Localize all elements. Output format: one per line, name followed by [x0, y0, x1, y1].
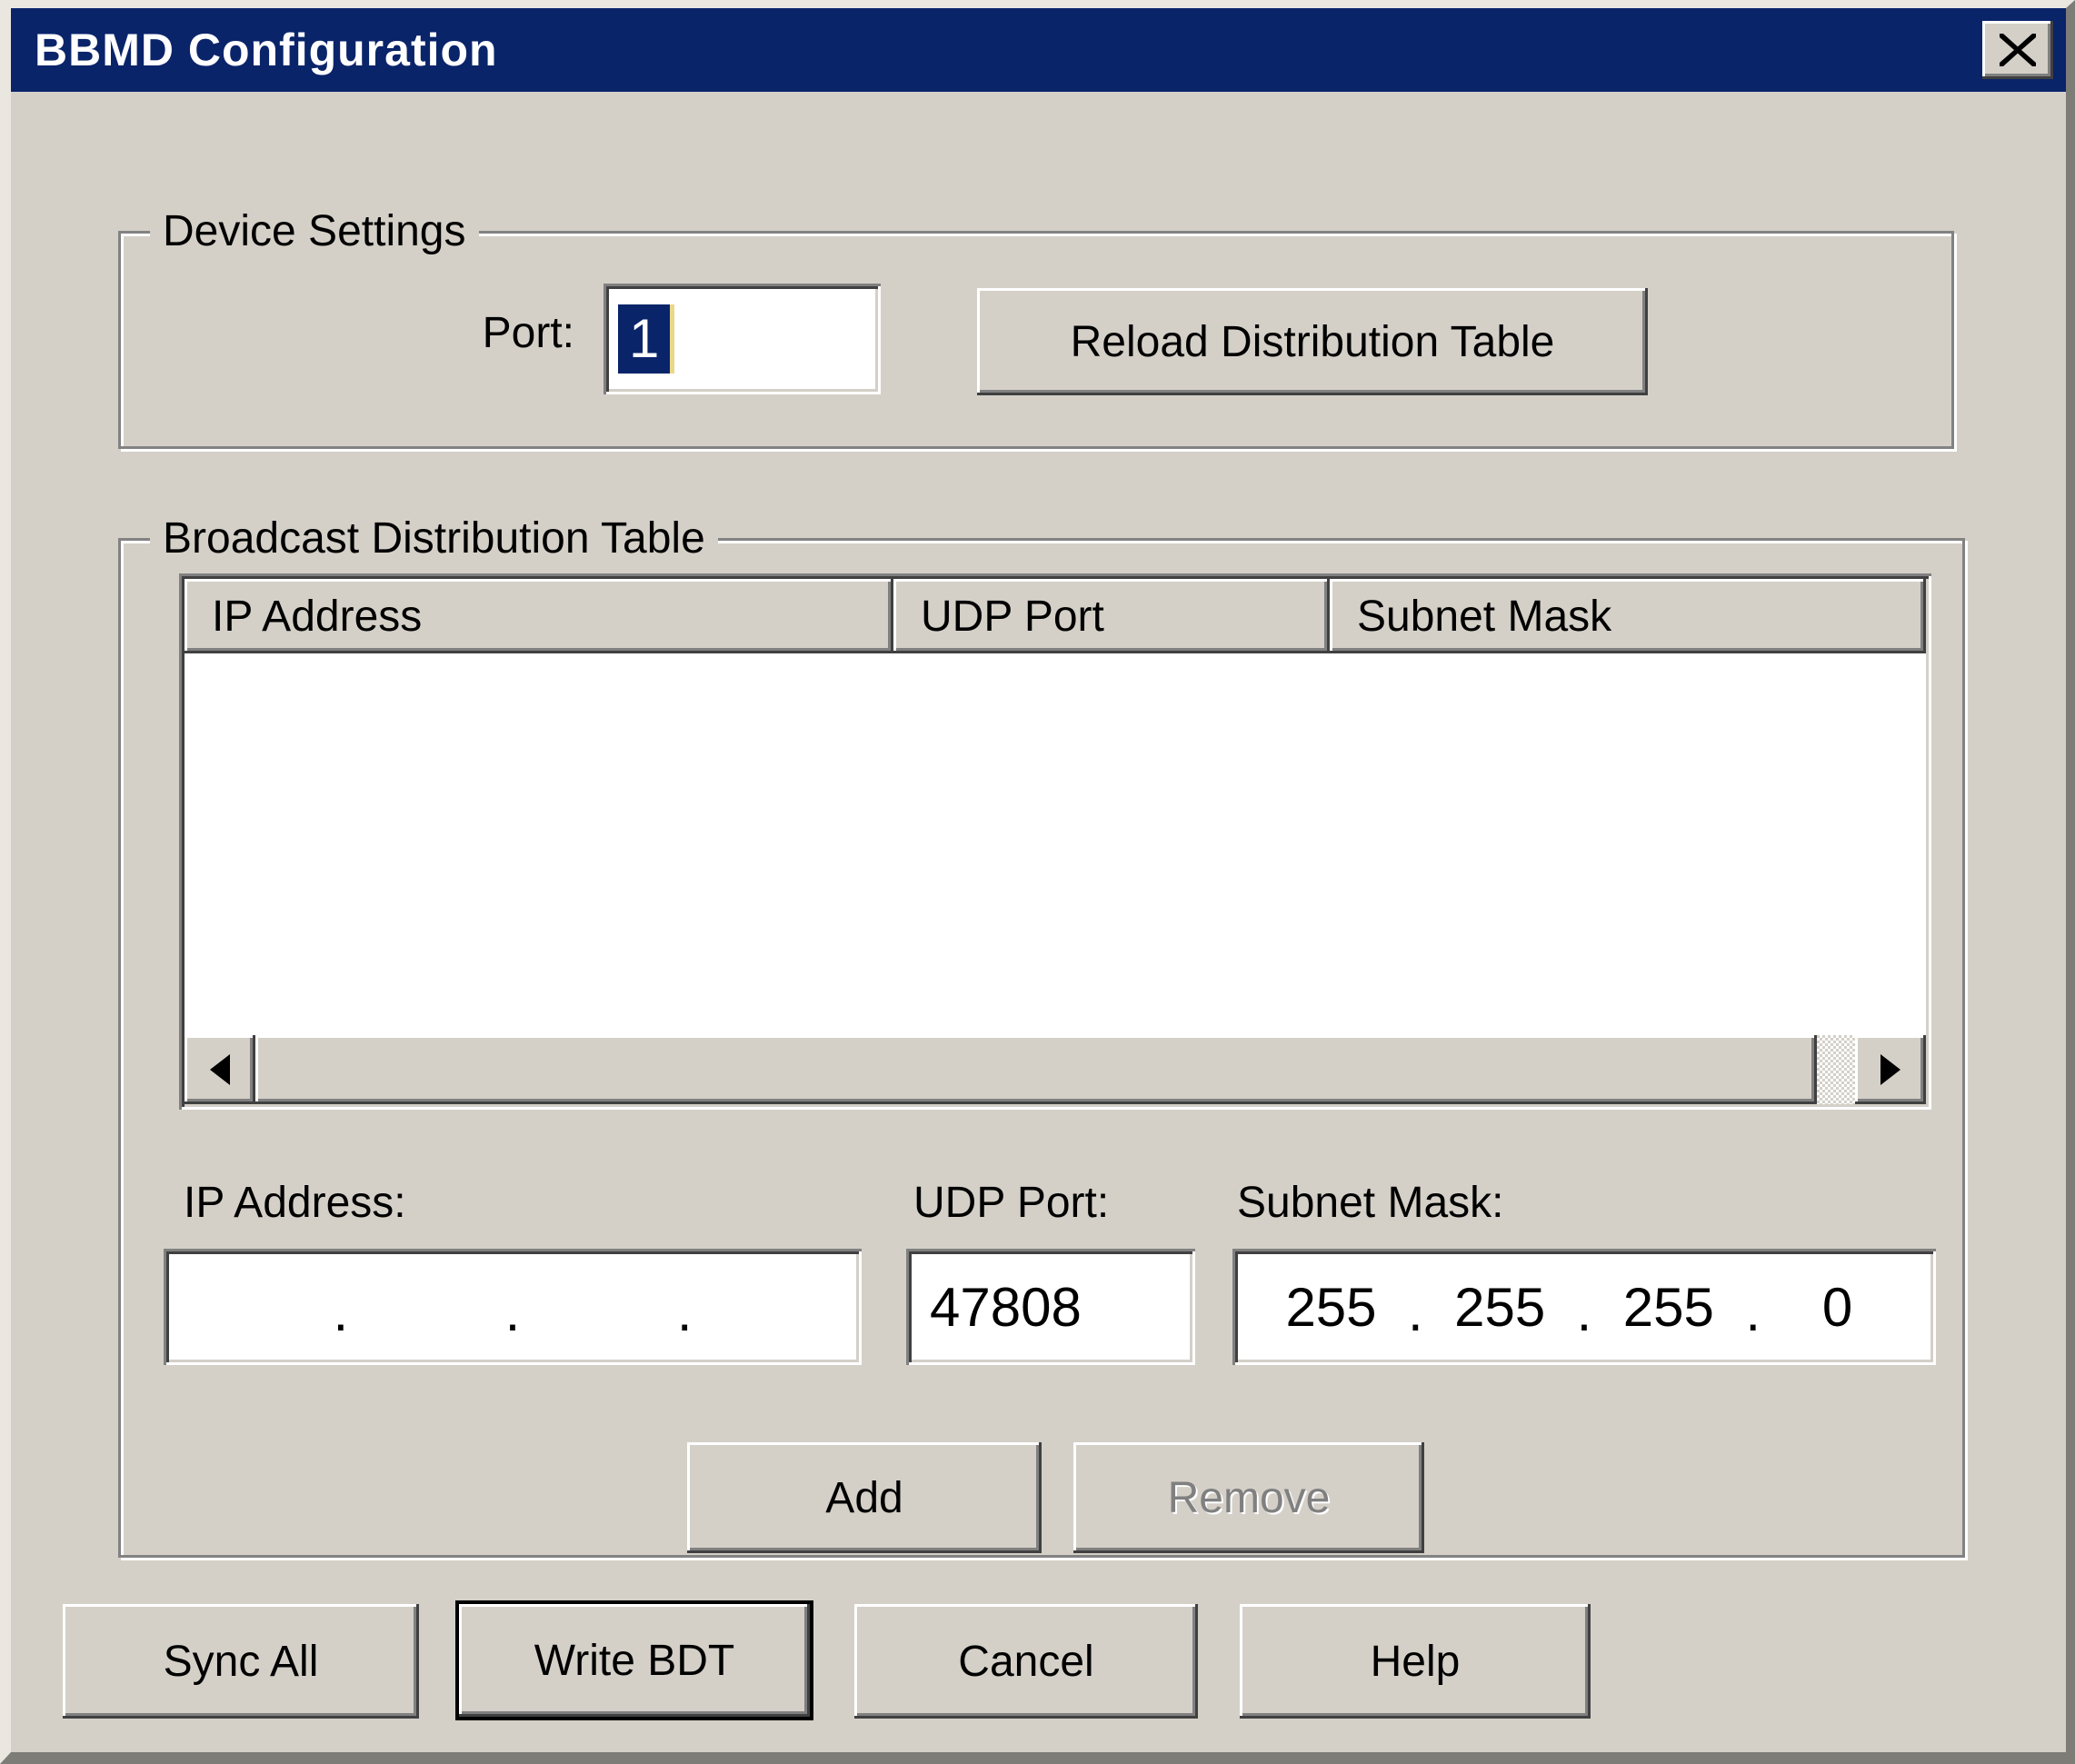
- port-input[interactable]: 1: [604, 284, 881, 394]
- title-bar[interactable]: BBMD Configuration: [11, 8, 2066, 92]
- horizontal-scrollbar: [185, 1035, 1926, 1104]
- port-label: Port:: [411, 308, 574, 358]
- text-caret: [670, 304, 674, 374]
- subnet-octet-1: 255: [1254, 1276, 1408, 1339]
- bdt-table: IP Address UDP Port Subnet Mask: [179, 573, 1931, 1110]
- scroll-right-button[interactable]: [1855, 1035, 1926, 1104]
- write-bdt-button[interactable]: Write BDT: [455, 1600, 813, 1720]
- bbmd-configuration-dialog: BBMD Configuration Device Settings Port:…: [0, 0, 2075, 1764]
- udp-port-value: 47808: [930, 1276, 1082, 1339]
- close-button[interactable]: [1982, 21, 2053, 79]
- port-value-selected: 1: [618, 304, 670, 374]
- ip-address-input[interactable]: . . .: [164, 1249, 862, 1365]
- scroll-left-icon: [210, 1054, 230, 1085]
- subnet-mask-label: Subnet Mask:: [1237, 1178, 1503, 1228]
- ip-address-label: IP Address:: [184, 1178, 406, 1228]
- udp-port-label: UDP Port:: [913, 1178, 1109, 1228]
- broadcast-distribution-table-legend: Broadcast Distribution Table: [150, 510, 718, 568]
- octet-separator: .: [677, 1294, 693, 1330]
- scroll-right-icon: [1880, 1054, 1900, 1085]
- column-header-subnet-mask[interactable]: Subnet Mask: [1330, 579, 1926, 653]
- reload-distribution-table-button[interactable]: Reload Distribution Table: [977, 288, 1648, 395]
- subnet-octet-2: 255: [1423, 1276, 1577, 1339]
- remove-button[interactable]: Remove: [1073, 1442, 1424, 1553]
- device-settings-legend: Device Settings: [150, 203, 479, 261]
- scrollbar-track[interactable]: [1817, 1035, 1855, 1104]
- add-button[interactable]: Add: [687, 1442, 1042, 1553]
- octet-separator: .: [505, 1294, 521, 1330]
- close-icon: [2000, 34, 2036, 66]
- bdt-table-body[interactable]: [185, 653, 1926, 1035]
- dialog-title: BBMD Configuration: [35, 24, 1982, 76]
- subnet-mask-input[interactable]: 255 . 255 . 255 . 0: [1232, 1249, 1936, 1365]
- scroll-left-button[interactable]: [185, 1035, 255, 1104]
- help-button[interactable]: Help: [1240, 1604, 1591, 1719]
- octet-separator: .: [1408, 1294, 1423, 1330]
- sync-all-button[interactable]: Sync All: [63, 1604, 419, 1719]
- subnet-octet-4: 0: [1761, 1276, 1914, 1339]
- udp-port-input[interactable]: 47808: [906, 1249, 1195, 1365]
- octet-separator: .: [1577, 1294, 1592, 1330]
- column-header-ip-address[interactable]: IP Address: [185, 579, 893, 653]
- bdt-table-header: IP Address UDP Port Subnet Mask: [185, 579, 1926, 653]
- octet-separator: .: [334, 1294, 349, 1330]
- cancel-button[interactable]: Cancel: [854, 1604, 1198, 1719]
- column-header-udp-port[interactable]: UDP Port: [893, 579, 1330, 653]
- octet-separator: .: [1745, 1294, 1761, 1330]
- scrollbar-thumb[interactable]: [255, 1035, 1817, 1104]
- subnet-octet-3: 255: [1591, 1276, 1745, 1339]
